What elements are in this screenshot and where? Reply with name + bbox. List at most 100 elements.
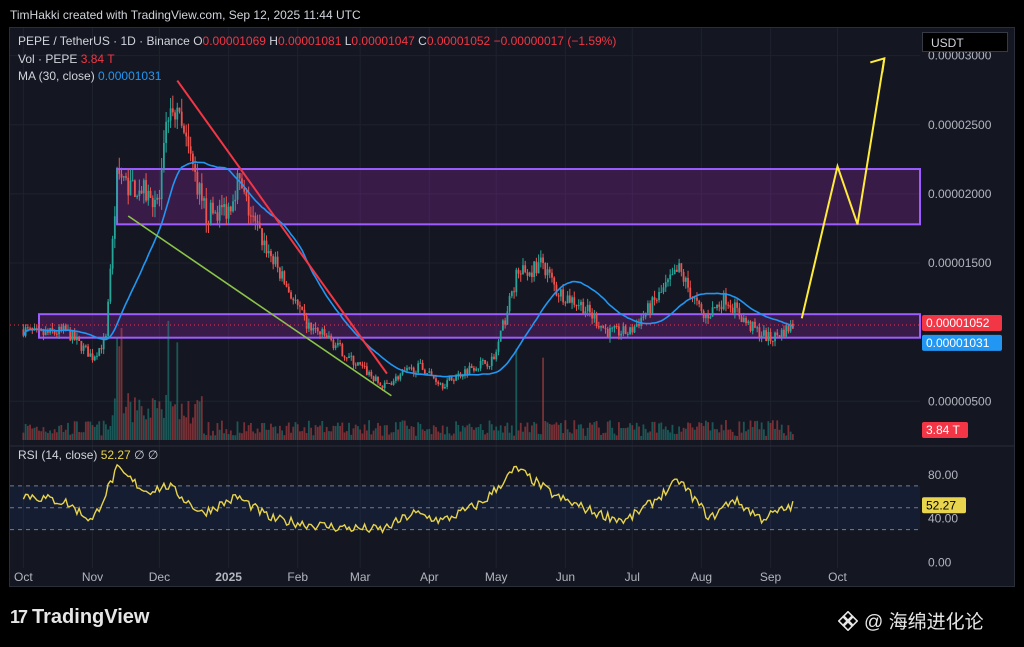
candle-body — [149, 190, 152, 198]
candle-body — [573, 297, 576, 305]
candle-body — [655, 299, 658, 301]
candle-body — [667, 279, 669, 283]
candle-body — [325, 335, 328, 339]
candle-body — [299, 305, 301, 307]
candle-body — [319, 331, 321, 335]
volume-bar — [178, 419, 181, 440]
volume-bar — [169, 401, 172, 440]
volume-bar — [158, 401, 161, 440]
volume-bar — [760, 422, 763, 440]
candle-body — [653, 297, 656, 300]
volume-bar — [44, 431, 47, 440]
legend-ma-value: 0.00001031 — [98, 69, 162, 83]
volume-bar — [156, 408, 159, 440]
candle-body — [98, 348, 101, 356]
candle-body — [316, 328, 319, 332]
candle-body — [617, 326, 620, 336]
candle-body — [749, 321, 752, 331]
candle-body — [720, 306, 723, 310]
candle-body — [544, 263, 547, 276]
volume-bar — [510, 425, 513, 440]
volume-bar — [254, 433, 257, 440]
candle-body — [604, 328, 607, 330]
candle-body — [742, 317, 745, 323]
candle-body — [539, 257, 542, 263]
volume-bar — [76, 421, 78, 440]
volume-bar — [595, 420, 598, 440]
volume-bar — [145, 419, 147, 440]
candle-body — [566, 295, 569, 304]
volume-bar — [223, 433, 226, 440]
volume-bar — [457, 424, 460, 440]
candle-body — [546, 269, 549, 276]
time-tick-label: Apr — [420, 570, 439, 584]
volume-bar — [67, 422, 69, 440]
volume-bar — [127, 393, 130, 440]
candle-body — [426, 373, 428, 375]
volume-bar — [234, 435, 237, 440]
volume-badge-text: 3.84 T — [926, 423, 960, 437]
volume-bar — [682, 427, 685, 440]
candle-body — [673, 269, 676, 275]
volume-bar — [584, 435, 587, 440]
candle-body — [584, 311, 587, 315]
volume-bar — [499, 425, 502, 440]
legend-ma-label: MA (30, close) — [18, 69, 95, 83]
volume-bar — [653, 421, 656, 440]
time-tick-label: Sep — [760, 570, 782, 584]
candle-body — [328, 335, 330, 339]
candle-body — [189, 146, 192, 154]
candle-body — [365, 366, 368, 375]
candle-body — [229, 206, 232, 212]
candle-body — [783, 329, 785, 337]
rsi-tick-label: 40.00 — [928, 512, 958, 526]
candle-body — [713, 307, 716, 309]
candle-body — [780, 329, 783, 337]
candle-body — [499, 330, 502, 342]
volume-bar — [319, 425, 321, 440]
volume-bar — [96, 424, 98, 440]
candle-body — [662, 287, 665, 292]
volume-bar — [716, 429, 718, 440]
volume-bar — [160, 409, 163, 440]
candle-body — [330, 335, 333, 340]
volume-bar — [704, 420, 707, 440]
candle-body — [452, 380, 455, 382]
candle-body — [169, 108, 172, 121]
candle-body — [488, 366, 491, 368]
candle-body — [294, 299, 297, 301]
volume-bar — [339, 425, 341, 440]
candle-body — [664, 282, 667, 288]
candle-body — [171, 108, 174, 113]
currency-selector[interactable]: USDT — [922, 32, 1008, 52]
candle-body — [760, 335, 763, 338]
volume-bar — [504, 426, 507, 440]
volume-bar — [566, 429, 569, 440]
candle-body — [312, 327, 315, 331]
candle-body — [158, 197, 161, 200]
candle-body — [693, 297, 696, 299]
legend-high: 0.00001081 — [277, 34, 342, 48]
volume-bar — [310, 427, 313, 440]
candle-body — [390, 383, 393, 385]
candle-body — [689, 287, 692, 298]
volume-bar — [544, 421, 547, 440]
volume-bar — [742, 421, 745, 440]
candle-body — [397, 376, 399, 380]
volume-bar — [791, 434, 794, 440]
candle-body — [680, 263, 683, 272]
candle-body — [738, 307, 741, 317]
candle-body — [450, 376, 453, 381]
volume-bar — [38, 430, 40, 440]
volume-bar — [711, 422, 714, 440]
volume-bar — [664, 426, 667, 440]
candle-body — [399, 374, 402, 380]
candle-body — [787, 325, 790, 332]
volume-bar — [278, 425, 281, 440]
volume-bar — [733, 435, 736, 440]
candle-body — [84, 345, 87, 347]
candle-body — [589, 304, 591, 313]
candle-body — [225, 204, 228, 219]
volume-bar — [198, 401, 201, 440]
volume-bar — [73, 421, 76, 440]
